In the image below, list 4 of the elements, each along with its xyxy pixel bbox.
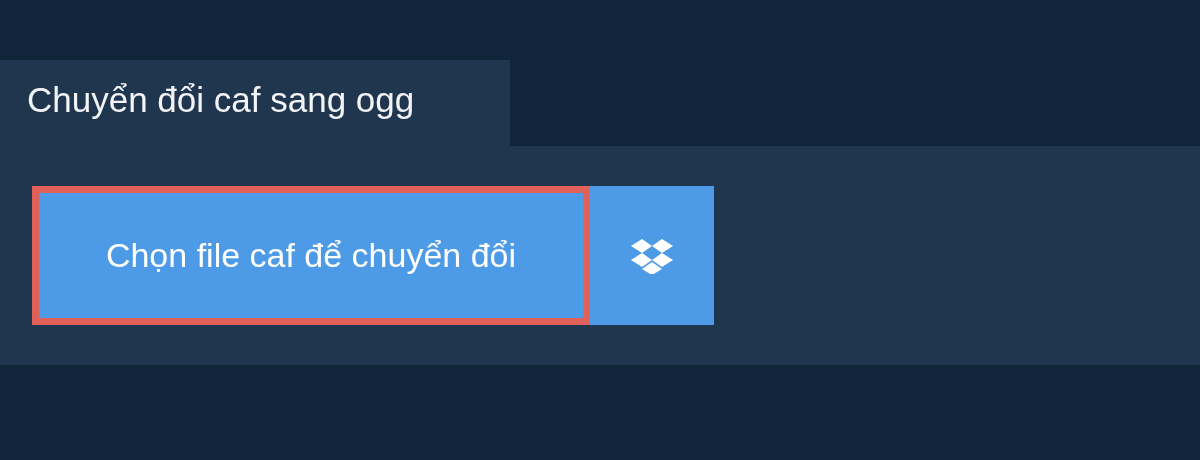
open-box-icon <box>631 237 673 274</box>
cloud-upload-button[interactable] <box>590 186 714 325</box>
page-title: Chuyển đổi caf sang ogg <box>0 60 510 146</box>
choose-file-button[interactable]: Chọn file caf để chuyển đổi <box>32 186 590 325</box>
